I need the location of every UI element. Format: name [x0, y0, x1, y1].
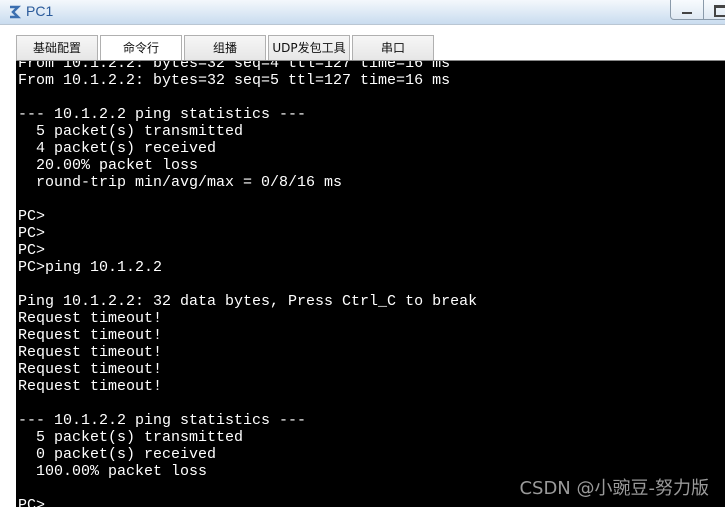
terminal-line: PC> — [18, 242, 46, 259]
terminal-console[interactable]: From 10.1.2.2: bytes=32 seq=4 ttl=127 ti… — [16, 60, 725, 507]
tab-multicast[interactable]: 组播 — [184, 35, 266, 60]
minimize-button[interactable] — [670, 0, 704, 20]
terminal-line: Request timeout! — [18, 344, 163, 361]
terminal-output: From 10.1.2.2: bytes=32 seq=4 ttl=127 ti… — [18, 60, 478, 507]
terminal-line: From 10.1.2.2: bytes=32 seq=4 ttl=127 ti… — [18, 60, 451, 72]
terminal-line: PC> — [18, 208, 46, 225]
tab-command-line[interactable]: 命令行 — [100, 35, 182, 61]
minimize-icon — [682, 12, 692, 14]
terminal-line: round-trip min/avg/max = 0/8/16 ms — [18, 174, 343, 191]
terminal-line: Ping 10.1.2.2: 32 data bytes, Press Ctrl… — [18, 293, 478, 310]
maximize-button[interactable] — [703, 0, 725, 20]
terminal-line: PC> — [18, 225, 46, 242]
terminal-line: 100.00% packet loss — [18, 463, 208, 480]
terminal-line: --- 10.1.2.2 ping statistics --- — [18, 412, 307, 429]
terminal-line: 20.00% packet loss — [18, 157, 199, 174]
tab-serial[interactable]: 串口 — [352, 35, 434, 60]
terminal-line: 5 packet(s) transmitted — [18, 429, 244, 446]
terminal-line: Request timeout! — [18, 310, 163, 327]
terminal-line: 4 packet(s) received — [18, 140, 217, 157]
tab-udp-tool[interactable]: UDP发包工具 — [268, 35, 350, 60]
watermark: CSDN @小豌豆-努力版 — [519, 478, 709, 499]
terminal-line: From 10.1.2.2: bytes=32 seq=5 ttl=127 ti… — [18, 72, 451, 89]
terminal-line: 5 packet(s) transmitted — [18, 123, 244, 140]
network-pc-icon — [10, 5, 21, 19]
title-bar: PC1 — [0, 0, 725, 25]
terminal-line: --- 10.1.2.2 ping statistics --- — [18, 106, 307, 123]
terminal-line: PC>ping 10.1.2.2 — [18, 259, 163, 276]
maximize-icon — [714, 5, 725, 17]
terminal-line: Request timeout! — [18, 327, 163, 344]
terminal-line: 0 packet(s) received — [18, 446, 217, 463]
tab-basic-config[interactable]: 基础配置 — [16, 35, 98, 60]
window-title: PC1 — [26, 3, 54, 19]
terminal-line: Request timeout! — [18, 361, 163, 378]
terminal-line: Request timeout! — [18, 378, 163, 395]
